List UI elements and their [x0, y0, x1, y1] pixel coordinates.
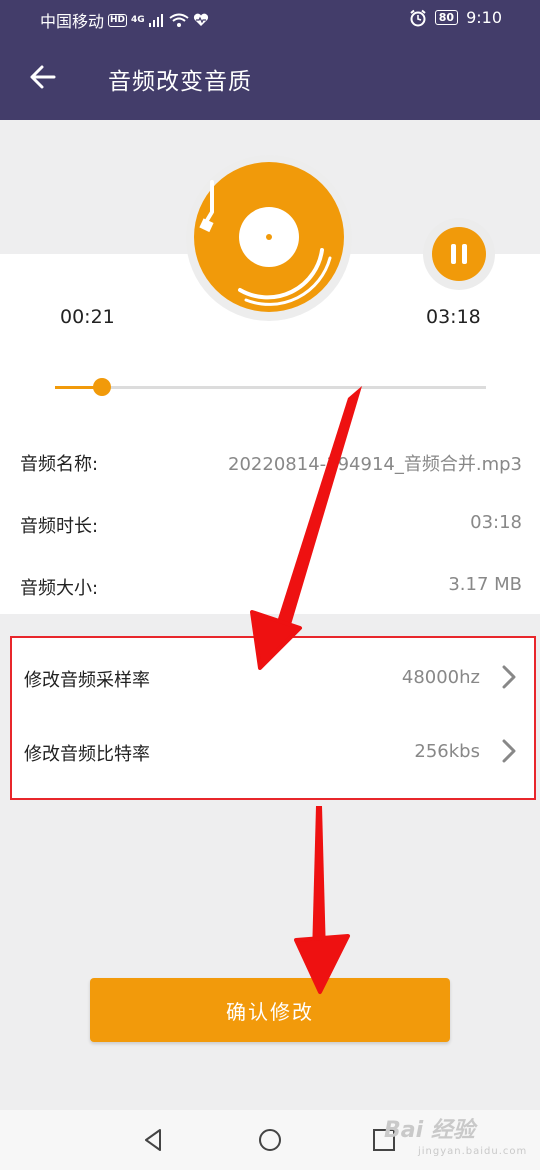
info-label: 音频名称: — [20, 454, 99, 475]
current-time: 00:21 — [60, 306, 115, 328]
confirm-button[interactable]: 确认修改 — [90, 978, 450, 1042]
nav-back-icon[interactable] — [140, 1126, 168, 1154]
info-value: 03:18 — [470, 512, 522, 533]
info-label: 音频大小: — [20, 578, 99, 599]
battery-icon: 80 — [434, 10, 459, 25]
info-label: 音频时长: — [20, 516, 99, 537]
baidu-watermark: Bai 经验 jingyan.baidu.com — [384, 1112, 534, 1168]
carrier-label: 中国移动 — [40, 12, 105, 31]
network-type: 4G — [131, 15, 145, 25]
chevron-right-icon — [502, 665, 516, 689]
progress-slider[interactable] — [55, 378, 486, 396]
pause-icon — [432, 227, 486, 281]
alarm-icon — [410, 9, 426, 26]
info-value: 3.17 MB — [448, 574, 522, 595]
wifi-icon — [169, 13, 189, 27]
bit-rate-row[interactable]: 修改音频比特率 256kbs — [24, 732, 522, 772]
setting-label: 修改音频采样率 — [24, 670, 150, 691]
setting-value: 256kbs — [414, 741, 480, 762]
info-value: 20220814-194914_音频合并.mp3 — [228, 454, 522, 475]
watermark-sub: jingyan.baidu.com — [418, 1146, 528, 1157]
status-bar: 中国移动 HD 4G 80 9:10 — [0, 0, 540, 38]
watermark-brand: Bai 经验 — [384, 1118, 475, 1143]
app-bar: 音频改变音质 — [0, 38, 540, 120]
status-time: 9:10 — [466, 8, 502, 27]
setting-label: 修改音频比特率 — [24, 744, 150, 765]
arrow-left-icon[interactable] — [26, 60, 60, 94]
disc-container — [186, 155, 352, 321]
health-heart-icon — [193, 13, 208, 26]
setting-value: 48000hz — [401, 667, 480, 688]
page-title: 音频改变音质 — [108, 69, 252, 95]
hd-badge: HD — [108, 13, 128, 27]
vinyl-record-icon — [194, 162, 344, 312]
total-time: 03:18 — [426, 306, 481, 328]
pause-button[interactable] — [423, 218, 495, 290]
chevron-right-icon — [502, 739, 516, 763]
sample-rate-row[interactable]: 修改音频采样率 48000hz — [24, 658, 522, 698]
signal-icon — [148, 14, 163, 27]
settings-highlight-box: 修改音频采样率 48000hz 修改音频比特率 256kbs — [10, 636, 536, 800]
annotation-arrow-2 — [294, 806, 350, 994]
nav-home-icon[interactable] — [256, 1126, 284, 1154]
